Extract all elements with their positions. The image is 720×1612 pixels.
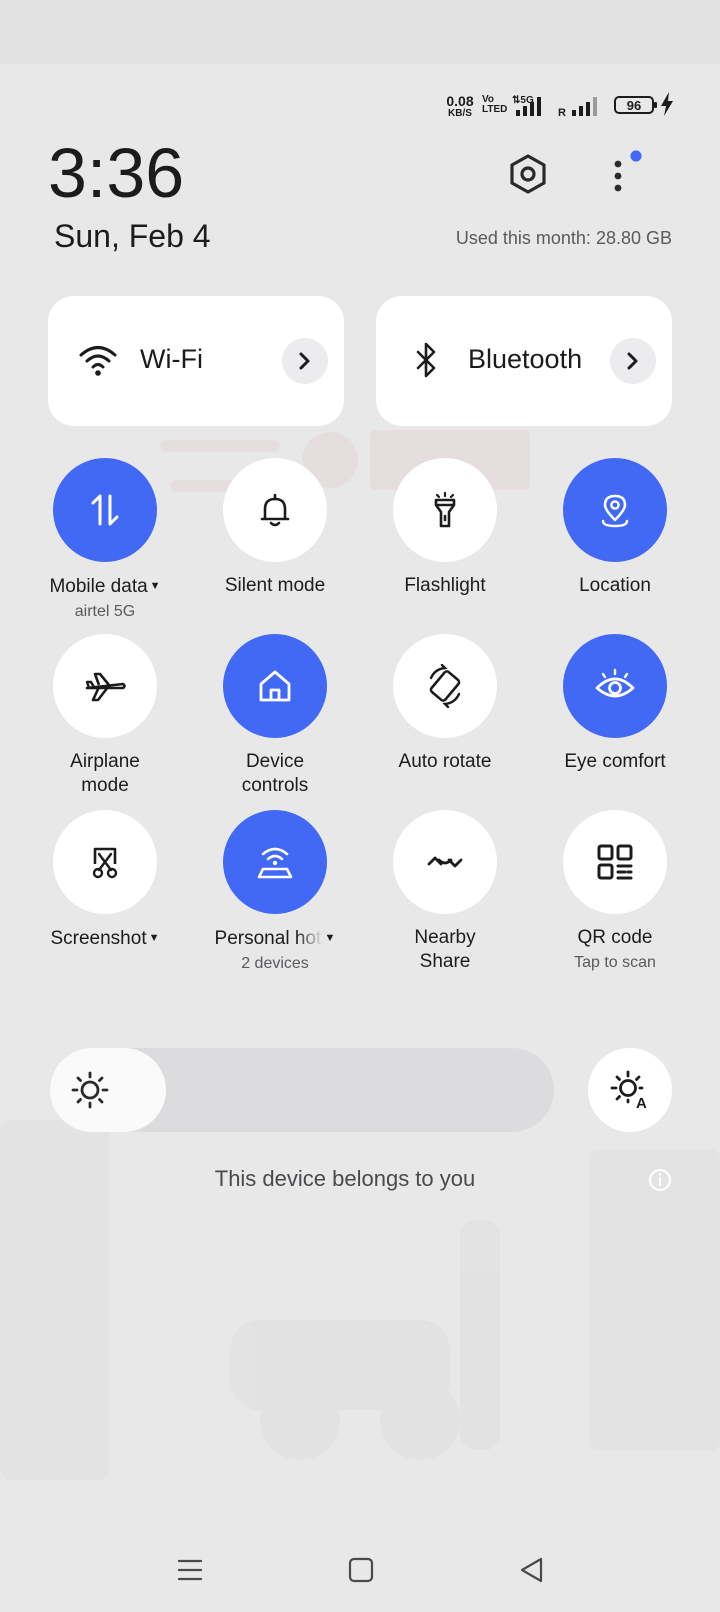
- clock-time: 3:36: [48, 134, 185, 212]
- bluetooth-icon: [416, 342, 436, 378]
- qr-code-button[interactable]: [563, 810, 667, 914]
- personal-hotspot-button[interactable]: [223, 810, 327, 914]
- nearby-share-label-line2: Share: [419, 951, 471, 972]
- home-button[interactable]: [339, 1548, 383, 1592]
- toggle-silent-mode[interactable]: Silent mode: [190, 458, 360, 598]
- network-speed: 0.08 KB/S: [446, 93, 474, 119]
- back-button[interactable]: [510, 1548, 554, 1592]
- chevron-right-icon: [627, 352, 638, 370]
- bluetooth-tile[interactable]: Bluetooth: [376, 296, 672, 426]
- data-usage-text: Used this month: 28.80 GB: [455, 228, 672, 248]
- nearby-share-icon: [427, 856, 463, 868]
- home-square-icon: [348, 1557, 374, 1583]
- chevron-right-icon: [299, 352, 310, 370]
- nearby-share-label-line1: Nearby: [414, 927, 476, 948]
- toggle-device-controls[interactable]: Device controls: [190, 634, 360, 798]
- personal-hotspot-label: Personal hotspot: [214, 928, 323, 949]
- toggle-airplane-mode[interactable]: Airplane mode: [20, 634, 190, 798]
- airplane-label-line2: mode: [81, 775, 129, 796]
- hotspot-icon: [257, 847, 293, 879]
- svg-text:A: A: [636, 1095, 647, 1112]
- toggle-mobile-data[interactable]: Mobile data ▼ airtel 5G: [20, 458, 190, 623]
- airplane-label-line1: Airplane: [70, 751, 140, 772]
- eye-comfort-label: Eye comfort: [564, 751, 666, 772]
- device-controls-button[interactable]: [223, 634, 327, 738]
- location-icon: [601, 494, 629, 528]
- toggle-nearby-share[interactable]: Nearby Share: [360, 810, 530, 974]
- silent-mode-label: Silent mode: [224, 575, 326, 596]
- back-triangle-icon: [520, 1557, 543, 1583]
- more-vertical-dots: [614, 160, 622, 192]
- status-bar: 0.08 KB/S Vo LTED ⇅5G R 96: [440, 92, 680, 120]
- qr-code-sub: Tap to scan: [574, 954, 656, 971]
- battery-indicator: 96: [614, 96, 657, 114]
- mobile-data-carrier: airtel 5G: [74, 603, 136, 620]
- screenshot-label: Screenshot: [50, 928, 147, 949]
- wifi-icon: [79, 346, 117, 376]
- auto-brightness-button[interactable]: A: [588, 1048, 672, 1132]
- auto-rotate-button[interactable]: [393, 634, 497, 738]
- toggle-screenshot[interactable]: Screenshot ▼: [20, 810, 190, 951]
- location-button[interactable]: [563, 458, 667, 562]
- signal-5g-icon: ⇅5G: [512, 95, 541, 116]
- more-dots-icon: [630, 150, 642, 162]
- auto-brightness-icon: A: [610, 1070, 647, 1112]
- dropdown-caret-icon: ▼: [324, 932, 336, 944]
- home-icon: [259, 670, 291, 702]
- toggle-qr-code[interactable]: QR code Tap to scan: [530, 810, 700, 974]
- settings-button[interactable]: [506, 152, 550, 196]
- bell-icon: [260, 493, 290, 527]
- device-owner-text: This device belongs to you: [214, 1166, 476, 1191]
- device-controls-label-line2: controls: [241, 775, 309, 796]
- silent-mode-button[interactable]: [223, 458, 327, 562]
- more-options-button[interactable]: [600, 148, 644, 200]
- recent-apps-button[interactable]: [168, 1548, 212, 1592]
- brightness-slider[interactable]: [50, 1048, 554, 1132]
- auto-rotate-icon: [429, 664, 461, 708]
- charging-bolt-icon: [661, 92, 673, 116]
- eye-comfort-button[interactable]: [563, 634, 667, 738]
- airplane-icon: [85, 672, 126, 702]
- flashlight-label: Flashlight: [404, 575, 486, 596]
- toggle-eye-comfort[interactable]: Eye comfort: [530, 634, 700, 774]
- qr-code-label: QR code: [577, 927, 653, 948]
- flashlight-button[interactable]: [393, 458, 497, 562]
- toggle-personal-hotspot[interactable]: Personal hotspot▼ 2 devices: [190, 810, 360, 975]
- top-band: [0, 0, 720, 64]
- settings-gear-icon: [510, 154, 546, 194]
- toggle-location[interactable]: Location: [530, 458, 700, 598]
- dropdown-caret-icon: ▼: [148, 932, 160, 944]
- hotspot-devices-count: 2 devices: [241, 955, 309, 972]
- toggle-flashlight[interactable]: Flashlight: [360, 458, 530, 598]
- clock-date: Sun, Feb 4: [54, 218, 211, 254]
- toggle-auto-rotate[interactable]: Auto rotate: [360, 634, 530, 774]
- device-controls-label-line1: Device: [245, 751, 305, 772]
- mobile-data-button[interactable]: [53, 458, 157, 562]
- eye-icon: [595, 668, 635, 698]
- volte-indicator: Vo LTED: [482, 94, 508, 115]
- screenshot-button[interactable]: [53, 810, 157, 914]
- screenshot-icon: [92, 847, 118, 879]
- svg-text:R: R: [558, 107, 566, 119]
- mobile-data-icon: [91, 494, 119, 526]
- wifi-expand-button[interactable]: [282, 338, 328, 384]
- nearby-share-button[interactable]: [393, 810, 497, 914]
- qr-code-icon: [597, 844, 633, 880]
- flashlight-icon: [434, 491, 456, 528]
- wifi-label: Wi-Fi: [140, 344, 203, 374]
- menu-icon: [177, 1559, 203, 1581]
- info-icon[interactable]: [648, 1168, 672, 1192]
- signal-roaming-icon: R: [558, 97, 597, 119]
- mobile-data-label: Mobile data: [49, 576, 148, 597]
- brightness-icon: [71, 1071, 109, 1109]
- bluetooth-expand-button[interactable]: [610, 338, 656, 384]
- airplane-mode-button[interactable]: [53, 634, 157, 738]
- location-label: Location: [579, 575, 651, 596]
- wifi-tile[interactable]: Wi-Fi: [48, 296, 344, 426]
- bluetooth-label: Bluetooth: [468, 344, 583, 374]
- auto-rotate-label: Auto rotate: [398, 751, 492, 772]
- dropdown-caret-icon: ▼: [149, 580, 161, 592]
